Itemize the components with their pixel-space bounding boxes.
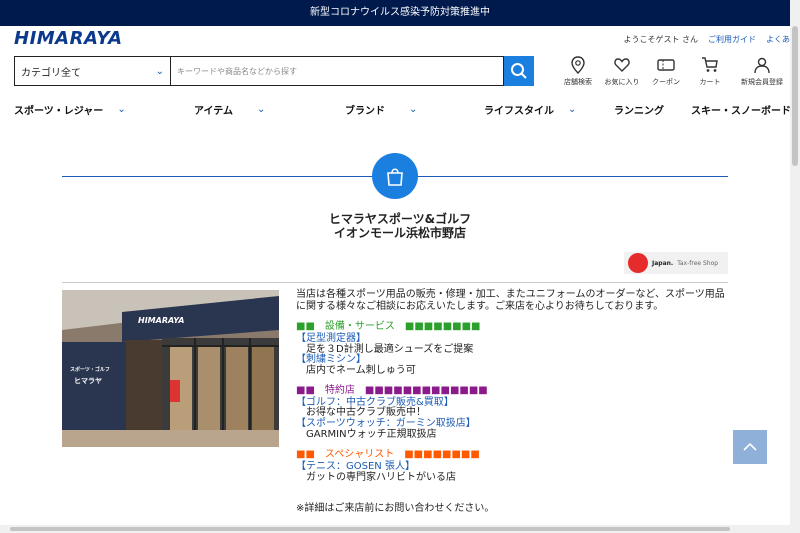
nav-lifestyle[interactable]: ライフスタイル ⌄ bbox=[484, 102, 576, 117]
cart-label: カート bbox=[699, 78, 721, 86]
nav-item[interactable]: アイテム ⌄ bbox=[194, 102, 265, 117]
store-search-button[interactable]: 店舗検索 bbox=[556, 56, 600, 87]
chevron-down-icon: ⌄ bbox=[257, 104, 266, 115]
section-divider bbox=[62, 282, 728, 283]
coupon-label: クーポン bbox=[652, 78, 680, 86]
category-select-value: カテゴリ全て bbox=[21, 67, 81, 79]
user-icon bbox=[754, 57, 770, 74]
store-sign: ヒマラヤ bbox=[74, 377, 102, 385]
taxfree-badge: Japan. Tax-free Shop bbox=[624, 252, 728, 274]
taxfree-flower-icon bbox=[628, 253, 648, 273]
store-sign-top: HIMARAYA bbox=[138, 316, 185, 325]
chevron-down-icon: ⌄ bbox=[568, 104, 577, 115]
nav-lifestyle-label: ライフスタイル bbox=[484, 106, 554, 117]
horizontal-scrollbar[interactable] bbox=[0, 525, 790, 533]
nav-item-label: アイテム bbox=[194, 106, 233, 117]
search-bar: カテゴリ全て ⌄ bbox=[14, 56, 504, 86]
vertical-scrollbar[interactable] bbox=[790, 0, 800, 533]
shopping-bag-badge bbox=[372, 153, 418, 199]
store-description: 当店は各種スポーツ用品の販売・修理・加工、またユニフォームのオーダーなど、スポー… bbox=[296, 289, 725, 312]
covid-banner[interactable]: 新型コロナウイルス感染予防対策推進中 bbox=[0, 0, 800, 26]
equipment-heading: ■■ 設備・サービス ■■■■■■■■ bbox=[296, 321, 481, 332]
taxfree-country: Japan. bbox=[652, 259, 674, 267]
chevron-down-icon: ⌄ bbox=[117, 104, 126, 115]
utility-icons: 店舗検索 お気に入り クーポン カート 新規会員登録 ロ bbox=[556, 56, 800, 87]
specialist-heading: ■■ スペシャリスト ■■■■■■■■ bbox=[296, 449, 480, 460]
shopping-bag-icon bbox=[387, 168, 403, 186]
chevron-down-icon: ⌄ bbox=[409, 104, 418, 115]
specialist-item-detail: ガットの専門家ハリビトがいる店 bbox=[306, 472, 456, 483]
nav-running[interactable]: ランニング bbox=[614, 102, 664, 117]
nav-ski-label: スキー・スノーボード bbox=[691, 106, 791, 117]
favorites-label: お気に入り bbox=[604, 78, 640, 86]
horizontal-scrollbar-thumb[interactable] bbox=[10, 527, 730, 531]
register-button[interactable]: 新規会員登録 bbox=[732, 56, 792, 87]
covid-banner-text[interactable]: 新型コロナウイルス感染予防対策推進中 bbox=[310, 7, 490, 18]
faq-link[interactable]: よくあ bbox=[766, 34, 790, 45]
special-heading-label: 特約店 bbox=[324, 385, 355, 396]
cart-button[interactable]: カート bbox=[688, 56, 732, 87]
nav-sports-label: スポーツ・レジャー bbox=[14, 106, 104, 117]
favorites-button[interactable]: お気に入り bbox=[600, 56, 644, 87]
nav-ski[interactable]: スキー・スノーボード bbox=[691, 102, 791, 117]
vertical-scrollbar-thumb[interactable] bbox=[792, 26, 798, 166]
himaraya-logo[interactable]: HIMARAYA bbox=[14, 30, 123, 48]
store-name-line1: ヒマラヤスポーツ&ゴルフ bbox=[328, 212, 472, 226]
store-sign-small: スポーツ・ゴルフ bbox=[70, 367, 110, 373]
register-label: 新規会員登録 bbox=[741, 78, 783, 86]
footnote: ※詳細はご来店前にお問い合わせください。 bbox=[296, 503, 495, 514]
special-heading: ■■ 特約店 ■■■■■■■■■■■■■ bbox=[296, 385, 488, 396]
category-select[interactable]: カテゴリ全て ⌄ bbox=[15, 57, 171, 85]
header-links: ようこそゲスト さん ご利用ガイド よくあ bbox=[623, 34, 790, 45]
specialist-heading-label: スペシャリスト bbox=[324, 449, 395, 460]
equipment-heading-label: 設備・サービス bbox=[324, 321, 395, 332]
search-icon bbox=[511, 63, 527, 79]
store-name-line2: イオンモール浜松市野店 bbox=[333, 226, 466, 240]
coupon-icon bbox=[657, 59, 675, 71]
search-button[interactable] bbox=[504, 56, 534, 86]
cart-icon bbox=[702, 57, 718, 72]
special-item-detail: GARMINウォッチ正規取扱店 bbox=[306, 429, 437, 440]
equipment-item-detail: 店内でネーム刺しゅう可 bbox=[306, 365, 416, 376]
back-to-top-button[interactable] bbox=[733, 430, 767, 464]
guide-link[interactable]: ご利用ガイド bbox=[708, 34, 756, 45]
nav-running-label: ランニング bbox=[614, 106, 664, 117]
search-input[interactable] bbox=[171, 57, 503, 85]
nav-sports[interactable]: スポーツ・レジャー ⌄ bbox=[14, 102, 126, 117]
chevron-up-icon bbox=[743, 442, 757, 451]
main-nav: スポーツ・レジャー ⌄ アイテム ⌄ ブランド ⌄ ライフスタイル ⌄ ランニン… bbox=[0, 98, 800, 120]
taxfree-label: Tax-free Shop bbox=[677, 259, 719, 267]
welcome-text: ようこそゲスト さん bbox=[623, 35, 698, 44]
chevron-down-icon: ⌄ bbox=[155, 65, 164, 77]
store-photo: スポーツ・ゴルフ ヒマラヤ HIMARAYA bbox=[62, 290, 279, 447]
heart-icon bbox=[614, 58, 630, 72]
nav-brand[interactable]: ブランド ⌄ bbox=[345, 102, 417, 117]
store-search-label: 店舗検索 bbox=[564, 78, 592, 86]
coupon-button[interactable]: クーポン bbox=[644, 56, 688, 87]
nav-brand-label: ブランド bbox=[345, 106, 385, 117]
map-pin-icon bbox=[571, 56, 585, 74]
